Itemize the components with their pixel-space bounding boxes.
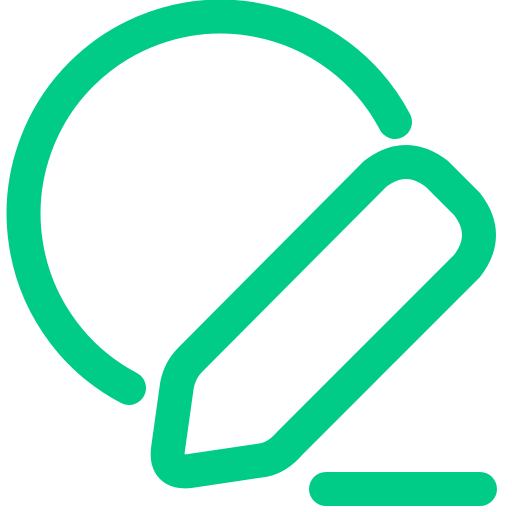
pencil-outline-stroke: [150, 145, 496, 489]
edit-circle-icon: [6, 0, 497, 506]
icon-canvas: [0, 0, 512, 512]
